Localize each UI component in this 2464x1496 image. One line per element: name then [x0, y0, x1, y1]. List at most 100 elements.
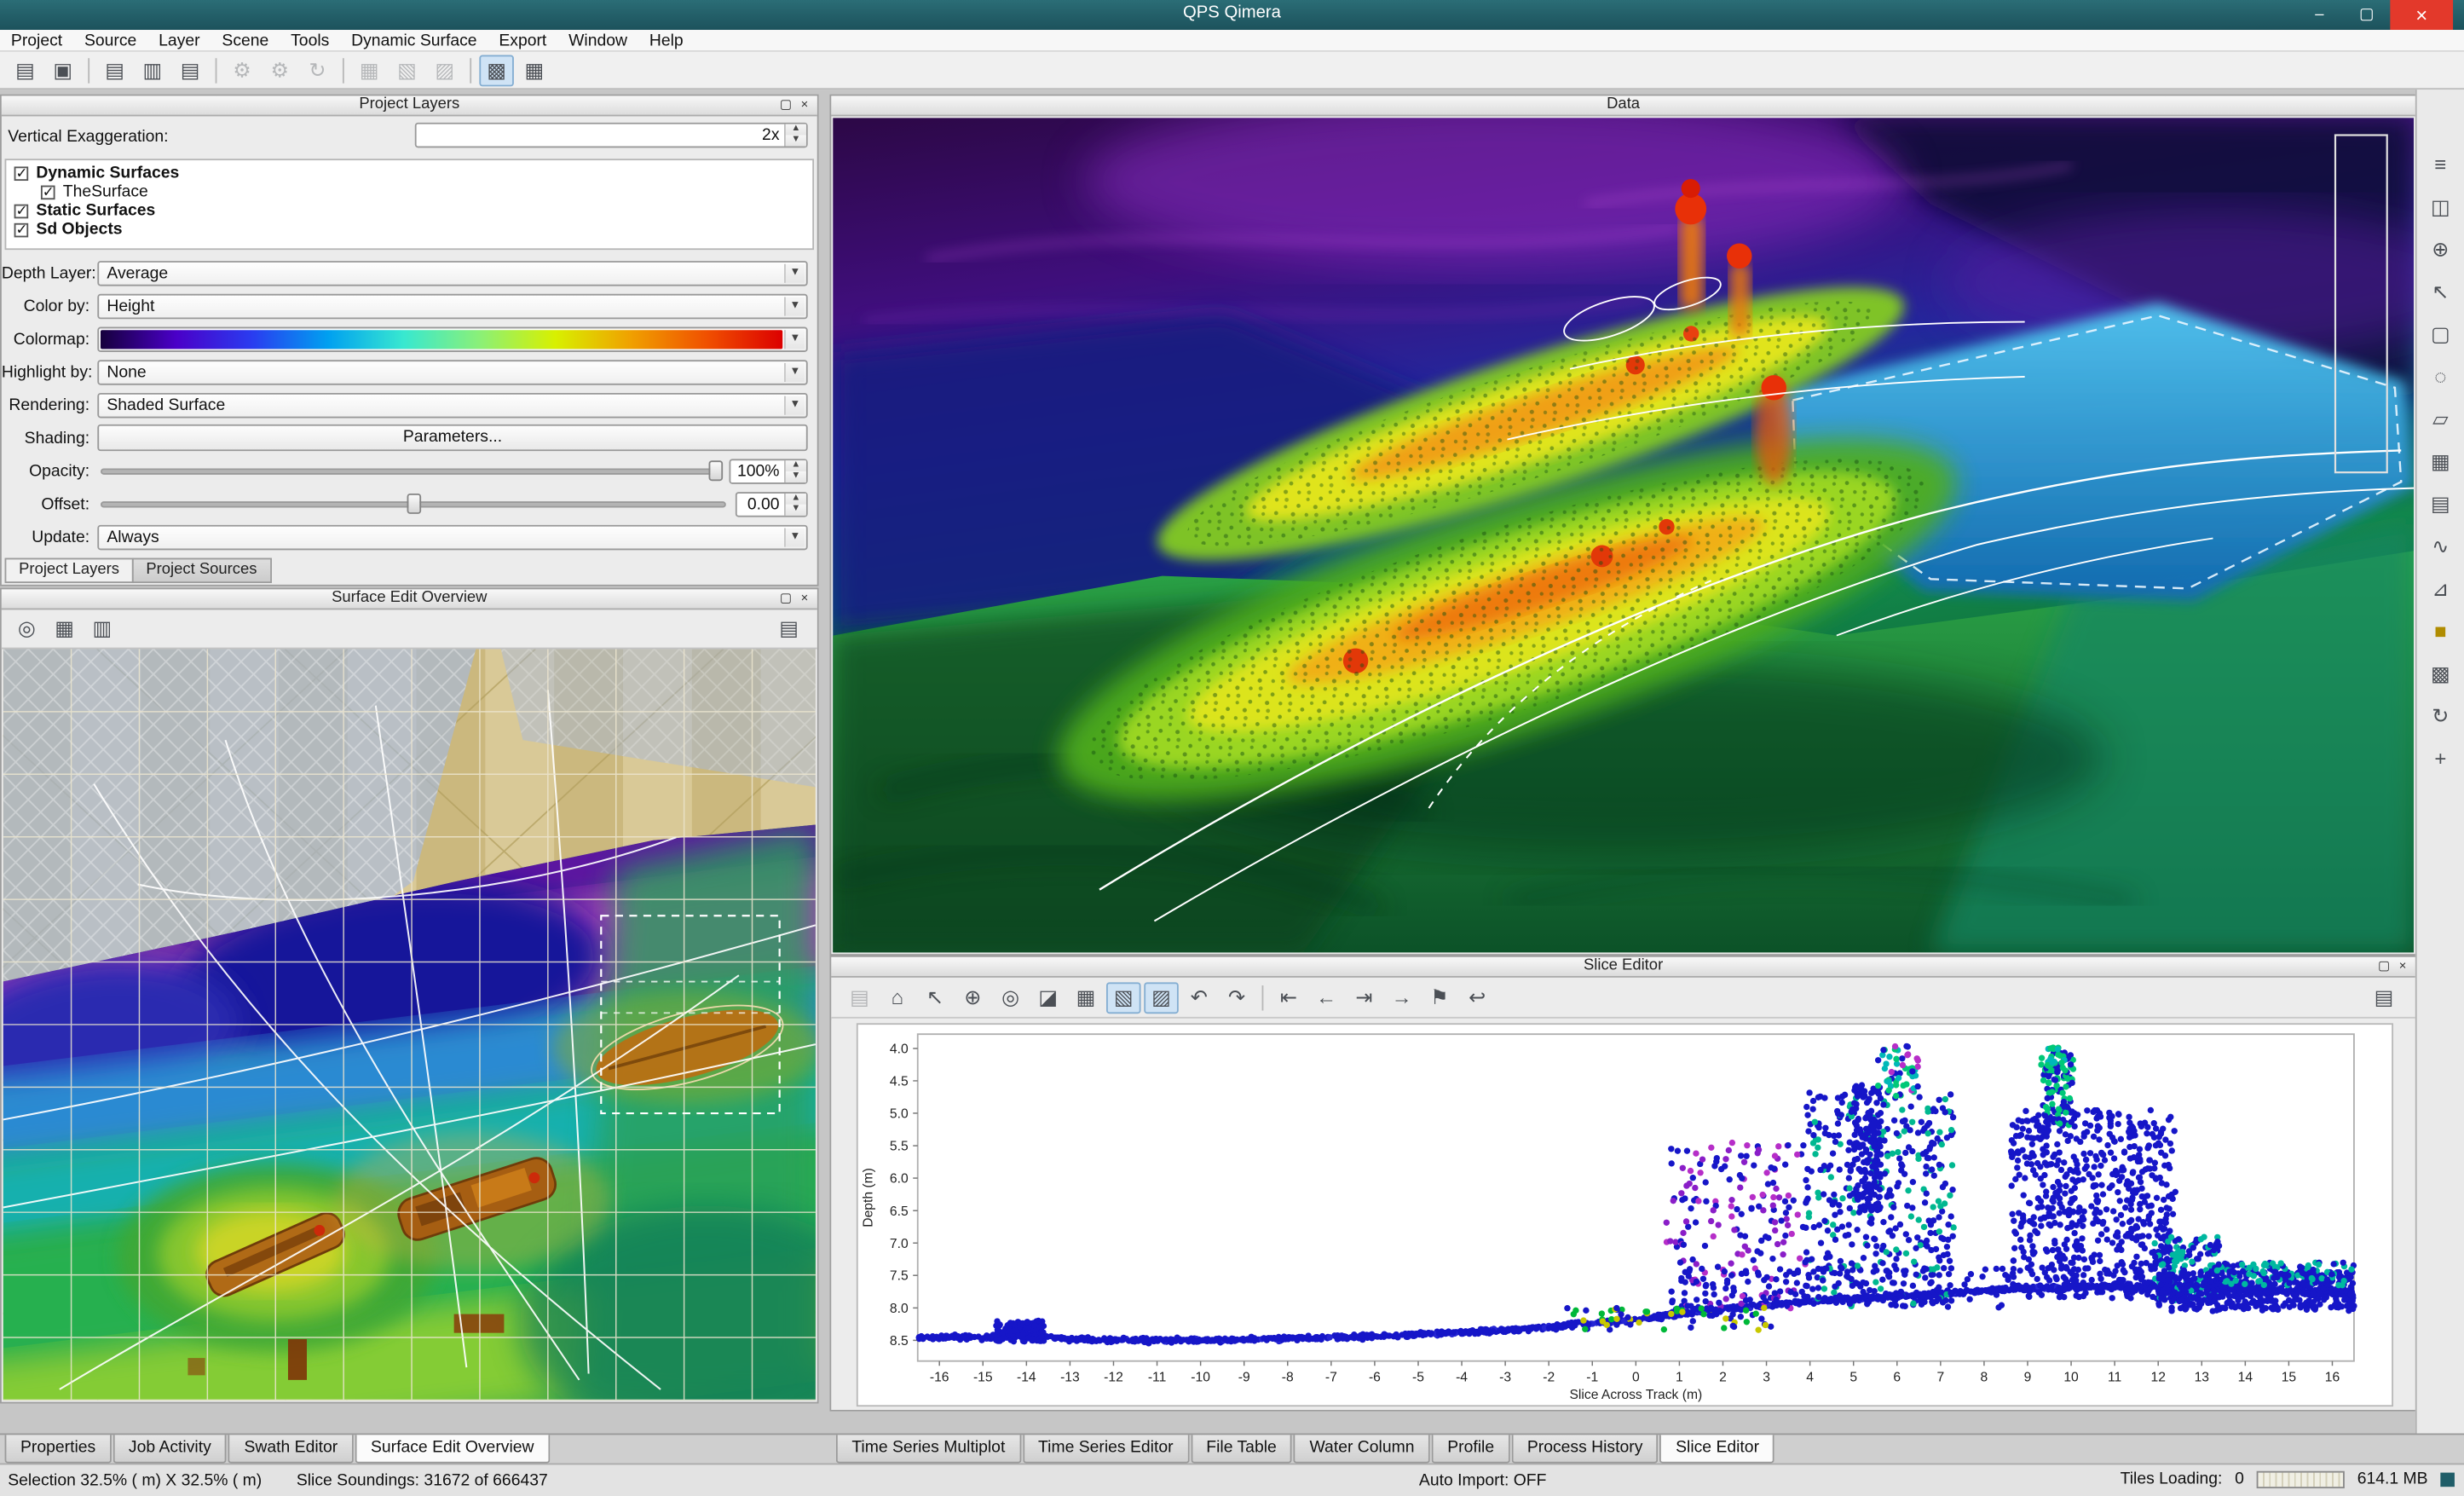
lasso-select-icon[interactable]: ◌	[2422, 358, 2458, 394]
import-data-icon[interactable]: ▤	[173, 55, 208, 86]
offset-slider[interactable]	[97, 491, 729, 517]
tab-profile[interactable]: Profile	[1432, 1435, 1510, 1463]
return-to-current-icon[interactable]: ↩	[1460, 981, 1495, 1013]
shading-parameters-button[interactable]: Parameters...	[97, 425, 807, 451]
tree-item-static-surfaces[interactable]: ✓Static Surfaces	[6, 201, 812, 220]
tree-item-thesurface[interactable]: ✓TheSurface	[6, 182, 812, 201]
menu-layer[interactable]: Layer	[147, 29, 211, 51]
accept-mode-icon[interactable]: ▧	[1106, 981, 1141, 1013]
depth-layer-dropdown[interactable]: Average▼	[97, 260, 807, 286]
chevron-down-icon[interactable]: ▼	[784, 263, 805, 282]
bathymetry-3d-scene[interactable]	[833, 118, 2414, 952]
surface-edit-overview-map[interactable]	[3, 649, 816, 1400]
opacity-slider[interactable]	[97, 458, 723, 483]
tab-job-activity[interactable]: Job Activity	[113, 1435, 227, 1463]
spin-down-icon[interactable]: ▼	[786, 471, 806, 482]
layer-display-icon[interactable]: ≡	[2422, 146, 2458, 182]
color-by-dropdown[interactable]: Height▼	[97, 293, 807, 319]
float-panel-icon[interactable]: ▢	[2375, 957, 2393, 976]
float-panel-icon[interactable]: ▢	[776, 589, 795, 608]
opacity-slider-handle[interactable]	[709, 459, 724, 480]
redo-icon[interactable]: ↷	[1220, 981, 1255, 1013]
rectangle-select-icon[interactable]: ▢	[2422, 316, 2458, 352]
zoom-in-mode-icon[interactable]: ⊕	[955, 981, 990, 1013]
close-panel-icon[interactable]: ×	[795, 589, 814, 608]
vertical-exaggeration-spinner[interactable]: 2x ▲▼	[415, 123, 808, 148]
highlight-by-dropdown[interactable]: None▼	[97, 359, 807, 384]
opacity-spinner[interactable]: 100%▲▼	[730, 458, 808, 483]
erase-mode-icon[interactable]: ◪	[1031, 981, 1066, 1013]
view-orientation-icon[interactable]: ◫	[2422, 188, 2458, 224]
flag-sounding-icon[interactable]: ⚑	[1422, 981, 1457, 1013]
tree-item-sd-objects[interactable]: ✓Sd Objects	[6, 220, 812, 239]
next-slice-icon[interactable]: →	[1384, 981, 1419, 1013]
zoom-extents-icon[interactable]: ◎	[9, 613, 44, 644]
colormap-tool-icon[interactable]: ■	[2422, 613, 2458, 649]
tab-slice-editor[interactable]: Slice Editor	[1660, 1435, 1775, 1463]
close-button[interactable]: ×	[2390, 0, 2453, 30]
grid-display-icon[interactable]: ▦	[47, 613, 82, 644]
title-bar[interactable]: QPS Qimera – ▢ ×	[0, 0, 2464, 30]
minimize-button[interactable]: –	[2296, 0, 2343, 30]
surface-edit-overview-header[interactable]: Surface Edit Overview ▢ ×	[2, 589, 817, 609]
offset-slider-handle[interactable]	[407, 493, 421, 513]
tab-time-series-editor[interactable]: Time Series Editor	[1023, 1435, 1189, 1463]
pan-view-icon[interactable]: +	[2422, 740, 2458, 776]
chevron-down-icon[interactable]: ▼	[784, 528, 805, 546]
menu-source[interactable]: Source	[73, 29, 147, 51]
slice-editor-tool-icon[interactable]: ▩	[479, 55, 514, 86]
notes-icon[interactable]: ▤	[771, 613, 806, 644]
overview-bathymetry-map[interactable]	[3, 649, 816, 1400]
offset-spinner[interactable]: 0.00▲▼	[736, 491, 808, 517]
previous-slice-keep-icon[interactable]: ⇤	[1272, 981, 1307, 1013]
slice-scatter-plot[interactable]: -16-15-14-13-12-11-10-9-8-7-6-5-4-3-2-10…	[858, 1025, 2392, 1405]
chevron-down-icon[interactable]: ▼	[784, 297, 805, 315]
tab-project-layers[interactable]: Project Layers	[5, 558, 134, 584]
zoom-extents-icon[interactable]: ⊕	[2422, 231, 2458, 267]
new-project-icon[interactable]: ▤	[8, 55, 43, 86]
next-slice-keep-icon[interactable]: ⇥	[1347, 981, 1382, 1013]
colormap-dropdown[interactable]: ▼	[97, 326, 807, 352]
spin-up-icon[interactable]: ▲	[786, 459, 806, 471]
float-panel-icon[interactable]: ▢	[776, 95, 795, 114]
previous-slice-icon[interactable]: ←	[1309, 981, 1344, 1013]
update-dropdown[interactable]: Always▼	[97, 524, 807, 550]
checkbox-thesurface[interactable]: ✓	[41, 185, 55, 199]
maximize-button[interactable]: ▢	[2343, 0, 2390, 30]
resize-grip[interactable]	[2440, 1472, 2455, 1487]
spreadsheet-icon[interactable]: ▤	[2422, 486, 2458, 522]
tree-item-dynamic-surfaces[interactable]: ✓Dynamic Surfaces	[6, 164, 812, 182]
spin-up-icon[interactable]: ▲	[786, 124, 806, 136]
spin-down-icon[interactable]: ▼	[786, 136, 806, 147]
surface-grid-icon[interactable]: ▩	[2422, 656, 2458, 691]
data-panel-header[interactable]: Data	[831, 95, 2415, 116]
matrix-view-icon[interactable]: ▦	[2422, 443, 2458, 479]
spin-up-icon[interactable]: ▲	[786, 493, 806, 504]
open-project-icon[interactable]: ▣	[45, 55, 80, 86]
tab-surface-edit-overview[interactable]: Surface Edit Overview	[355, 1435, 550, 1463]
home-view-icon[interactable]: ⌂	[880, 981, 915, 1013]
spin-down-icon[interactable]: ▼	[786, 504, 806, 515]
undo-icon[interactable]: ↶	[1182, 981, 1217, 1013]
tab-properties[interactable]: Properties	[5, 1435, 112, 1463]
measure-tool-icon[interactable]: ⊿	[2422, 570, 2458, 606]
menu-project[interactable]: Project	[0, 29, 73, 51]
polygon-select-icon[interactable]: ▱	[2422, 401, 2458, 436]
checkbox-static-surfaces[interactable]: ✓	[14, 204, 29, 218]
notes-icon[interactable]: ▤	[2367, 981, 2402, 1013]
menu-scene[interactable]: Scene	[211, 29, 280, 51]
select-cursor-icon[interactable]: ↖	[2422, 274, 2458, 309]
swath-editor-tool-icon[interactable]: ▦	[517, 55, 552, 86]
accept-table-icon[interactable]: ▦	[1069, 981, 1104, 1013]
data-3d-view[interactable]	[833, 118, 2414, 952]
reject-mode-icon[interactable]: ▨	[1144, 981, 1179, 1013]
slice-editor-header[interactable]: Slice Editor ▢ ×	[831, 957, 2415, 978]
close-panel-icon[interactable]: ×	[795, 95, 814, 114]
chevron-down-icon[interactable]: ▼	[784, 396, 805, 414]
menu-dynamic-surface[interactable]: Dynamic Surface	[340, 29, 488, 51]
rendering-dropdown[interactable]: Shaded Surface▼	[97, 392, 807, 418]
chevron-down-icon[interactable]: ▼	[784, 329, 805, 348]
menu-window[interactable]: Window	[557, 29, 638, 51]
profile-tool-icon[interactable]: ∿	[2422, 529, 2458, 564]
slice-plot-area[interactable]: -16-15-14-13-12-11-10-9-8-7-6-5-4-3-2-10…	[857, 1023, 2393, 1406]
